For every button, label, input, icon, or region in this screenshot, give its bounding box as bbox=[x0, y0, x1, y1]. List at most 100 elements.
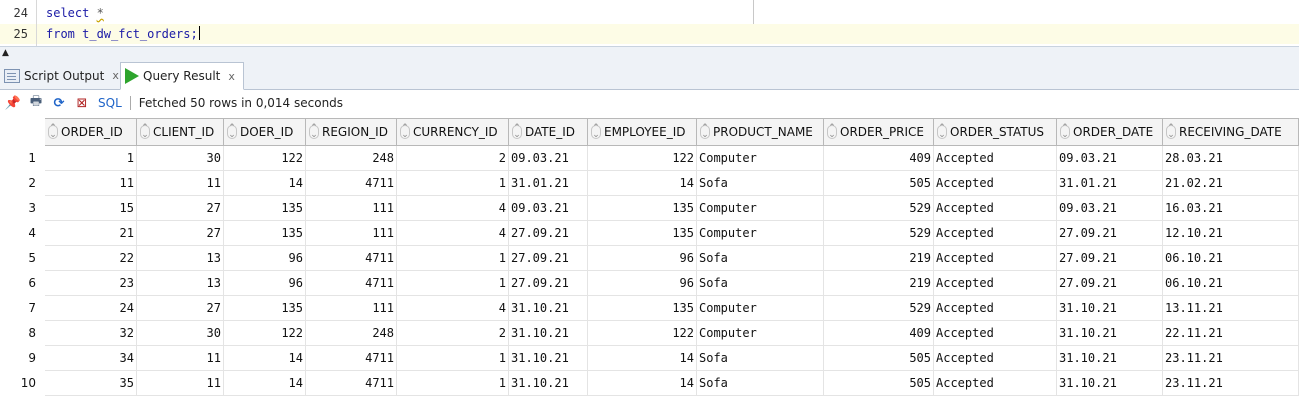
table-cell[interactable]: 31.10.21 bbox=[1057, 371, 1163, 396]
tab-script-output[interactable]: Script Output x bbox=[0, 62, 127, 89]
close-icon[interactable]: x bbox=[228, 70, 235, 83]
table-cell[interactable]: 11 bbox=[137, 171, 224, 196]
column-header[interactable]: ⌃ ⌄ ORDER_PRICE bbox=[824, 118, 934, 146]
row-number[interactable]: 5 bbox=[0, 246, 45, 271]
table-cell[interactable]: Sofa bbox=[697, 271, 824, 296]
sort-icon[interactable]: ⌃ ⌄ bbox=[140, 124, 150, 140]
table-cell[interactable]: 1 bbox=[397, 246, 509, 271]
table-cell[interactable]: 09.03.21 bbox=[509, 196, 588, 221]
row-number[interactable]: 9 bbox=[0, 346, 45, 371]
table-cell[interactable]: 31.10.21 bbox=[509, 371, 588, 396]
table-cell[interactable]: 23.11.21 bbox=[1163, 371, 1299, 396]
table-cell[interactable]: 31.01.21 bbox=[1057, 171, 1163, 196]
table-cell[interactable]: Accepted bbox=[934, 346, 1057, 371]
table-cell[interactable]: 219 bbox=[824, 246, 934, 271]
table-row[interactable]: 2 11 11 14 4711 1 31.01.21 14 Sofa 505 Accepted 31.… bbox=[0, 171, 1299, 196]
table-cell[interactable]: 122 bbox=[224, 321, 306, 346]
table-cell[interactable]: 11 bbox=[137, 346, 224, 371]
table-cell[interactable]: 16.03.21 bbox=[1163, 196, 1299, 221]
table-row[interactable]: 5 22 13 96 4711 1 27.09.21 96 Sofa 219 Accepted 27.… bbox=[0, 246, 1299, 271]
table-cell[interactable]: 27.09.21 bbox=[509, 271, 588, 296]
table-cell[interactable]: 4711 bbox=[306, 171, 397, 196]
table-cell[interactable]: 248 bbox=[306, 146, 397, 171]
sort-icon[interactable]: ⌃ ⌄ bbox=[227, 124, 237, 140]
table-cell[interactable]: 21.02.21 bbox=[1163, 171, 1299, 196]
table-cell[interactable]: 22 bbox=[45, 246, 137, 271]
table-cell[interactable]: 529 bbox=[824, 296, 934, 321]
table-cell[interactable]: 31.10.21 bbox=[1057, 296, 1163, 321]
sql-editor[interactable]: 24 select * 25 from t_dw_fct_orders; bbox=[0, 0, 1299, 46]
table-cell[interactable]: 27.09.21 bbox=[1057, 246, 1163, 271]
table-cell[interactable]: 96 bbox=[588, 246, 697, 271]
table-cell[interactable]: 4711 bbox=[306, 371, 397, 396]
row-number[interactable]: 6 bbox=[0, 271, 45, 296]
editor-line[interactable]: 24 select * bbox=[0, 3, 1299, 23]
table-cell[interactable]: 27.09.21 bbox=[509, 246, 588, 271]
table-cell[interactable]: 09.03.21 bbox=[1057, 146, 1163, 171]
table-cell[interactable]: 34 bbox=[45, 346, 137, 371]
table-cell[interactable]: 135 bbox=[224, 196, 306, 221]
table-cell[interactable]: 31.10.21 bbox=[509, 321, 588, 346]
table-cell[interactable]: 111 bbox=[306, 296, 397, 321]
table-cell[interactable]: Accepted bbox=[934, 221, 1057, 246]
column-header[interactable]: ⌃ ⌄ REGION_ID bbox=[306, 118, 397, 146]
close-icon[interactable]: x bbox=[112, 69, 119, 82]
table-cell[interactable]: 27.09.21 bbox=[1057, 271, 1163, 296]
delete-grid-icon[interactable]: ⊠ bbox=[72, 94, 92, 112]
table-cell[interactable]: Sofa bbox=[697, 346, 824, 371]
table-cell[interactable]: Sofa bbox=[697, 246, 824, 271]
pin-icon[interactable]: 📌 bbox=[3, 94, 23, 112]
table-cell[interactable]: 14 bbox=[224, 371, 306, 396]
table-cell[interactable]: 1 bbox=[397, 371, 509, 396]
table-row[interactable]: 9 34 11 14 4711 1 31.10.21 14 Sofa 505 Accepted 31.… bbox=[0, 346, 1299, 371]
table-cell[interactable]: 13 bbox=[137, 246, 224, 271]
sort-icon[interactable]: ⌃ ⌄ bbox=[700, 124, 710, 140]
print-icon[interactable]: 🖶 bbox=[26, 94, 46, 112]
table-cell[interactable]: Accepted bbox=[934, 271, 1057, 296]
sort-icon[interactable]: ⌃ ⌄ bbox=[48, 124, 58, 140]
editor-line-current[interactable]: 25 from t_dw_fct_orders; bbox=[0, 24, 1299, 44]
table-cell[interactable]: Computer bbox=[697, 196, 824, 221]
refresh-icon[interactable]: ⟳ bbox=[49, 94, 69, 112]
table-cell[interactable]: 15 bbox=[45, 196, 137, 221]
table-cell[interactable]: 96 bbox=[224, 246, 306, 271]
table-cell[interactable]: 2 bbox=[397, 146, 509, 171]
table-cell[interactable]: 13.11.21 bbox=[1163, 296, 1299, 321]
row-number[interactable]: 4 bbox=[0, 221, 45, 246]
sort-icon[interactable]: ⌃ ⌄ bbox=[512, 124, 522, 140]
table-cell[interactable]: 32 bbox=[45, 321, 137, 346]
table-cell[interactable]: 1 bbox=[397, 346, 509, 371]
table-cell[interactable]: 122 bbox=[588, 146, 697, 171]
table-cell[interactable]: 4711 bbox=[306, 246, 397, 271]
table-cell[interactable]: 13 bbox=[137, 271, 224, 296]
column-header[interactable]: ⌃ ⌄ CLIENT_ID bbox=[137, 118, 224, 146]
table-cell[interactable]: 4 bbox=[397, 196, 509, 221]
table-cell[interactable]: 4711 bbox=[306, 271, 397, 296]
table-cell[interactable]: 24 bbox=[45, 296, 137, 321]
row-number[interactable]: 2 bbox=[0, 171, 45, 196]
table-cell[interactable]: 11 bbox=[137, 371, 224, 396]
table-cell[interactable]: 30 bbox=[137, 321, 224, 346]
sort-icon[interactable]: ⌃ ⌄ bbox=[1060, 124, 1070, 140]
table-cell[interactable]: Sofa bbox=[697, 171, 824, 196]
table-cell[interactable]: 14 bbox=[588, 171, 697, 196]
table-cell[interactable]: 1 bbox=[397, 271, 509, 296]
table-cell[interactable]: Accepted bbox=[934, 196, 1057, 221]
table-cell[interactable]: 409 bbox=[824, 146, 934, 171]
column-header[interactable]: ⌃ ⌄ ORDER_DATE bbox=[1057, 118, 1163, 146]
table-cell[interactable]: 2 bbox=[397, 321, 509, 346]
table-cell[interactable]: 31.10.21 bbox=[509, 296, 588, 321]
table-cell[interactable]: 529 bbox=[824, 196, 934, 221]
table-cell[interactable]: 96 bbox=[224, 271, 306, 296]
table-cell[interactable]: 96 bbox=[588, 271, 697, 296]
table-cell[interactable]: 14 bbox=[588, 371, 697, 396]
table-cell[interactable]: 23.11.21 bbox=[1163, 346, 1299, 371]
row-number[interactable]: 7 bbox=[0, 296, 45, 321]
table-row[interactable]: 4 21 27 135 111 4 27.09.21 135 Computer 529 Accept… bbox=[0, 221, 1299, 246]
row-number[interactable]: 3 bbox=[0, 196, 45, 221]
column-header[interactable]: ⌃ ⌄ ORDER_STATUS bbox=[934, 118, 1057, 146]
table-cell[interactable]: 14 bbox=[588, 346, 697, 371]
table-cell[interactable]: 12.10.21 bbox=[1163, 221, 1299, 246]
table-row[interactable]: 10 35 11 14 4711 1 31.10.21 14 Sofa 505 Accepted 31… bbox=[0, 371, 1299, 396]
sort-icon[interactable]: ⌃ ⌄ bbox=[827, 124, 837, 140]
